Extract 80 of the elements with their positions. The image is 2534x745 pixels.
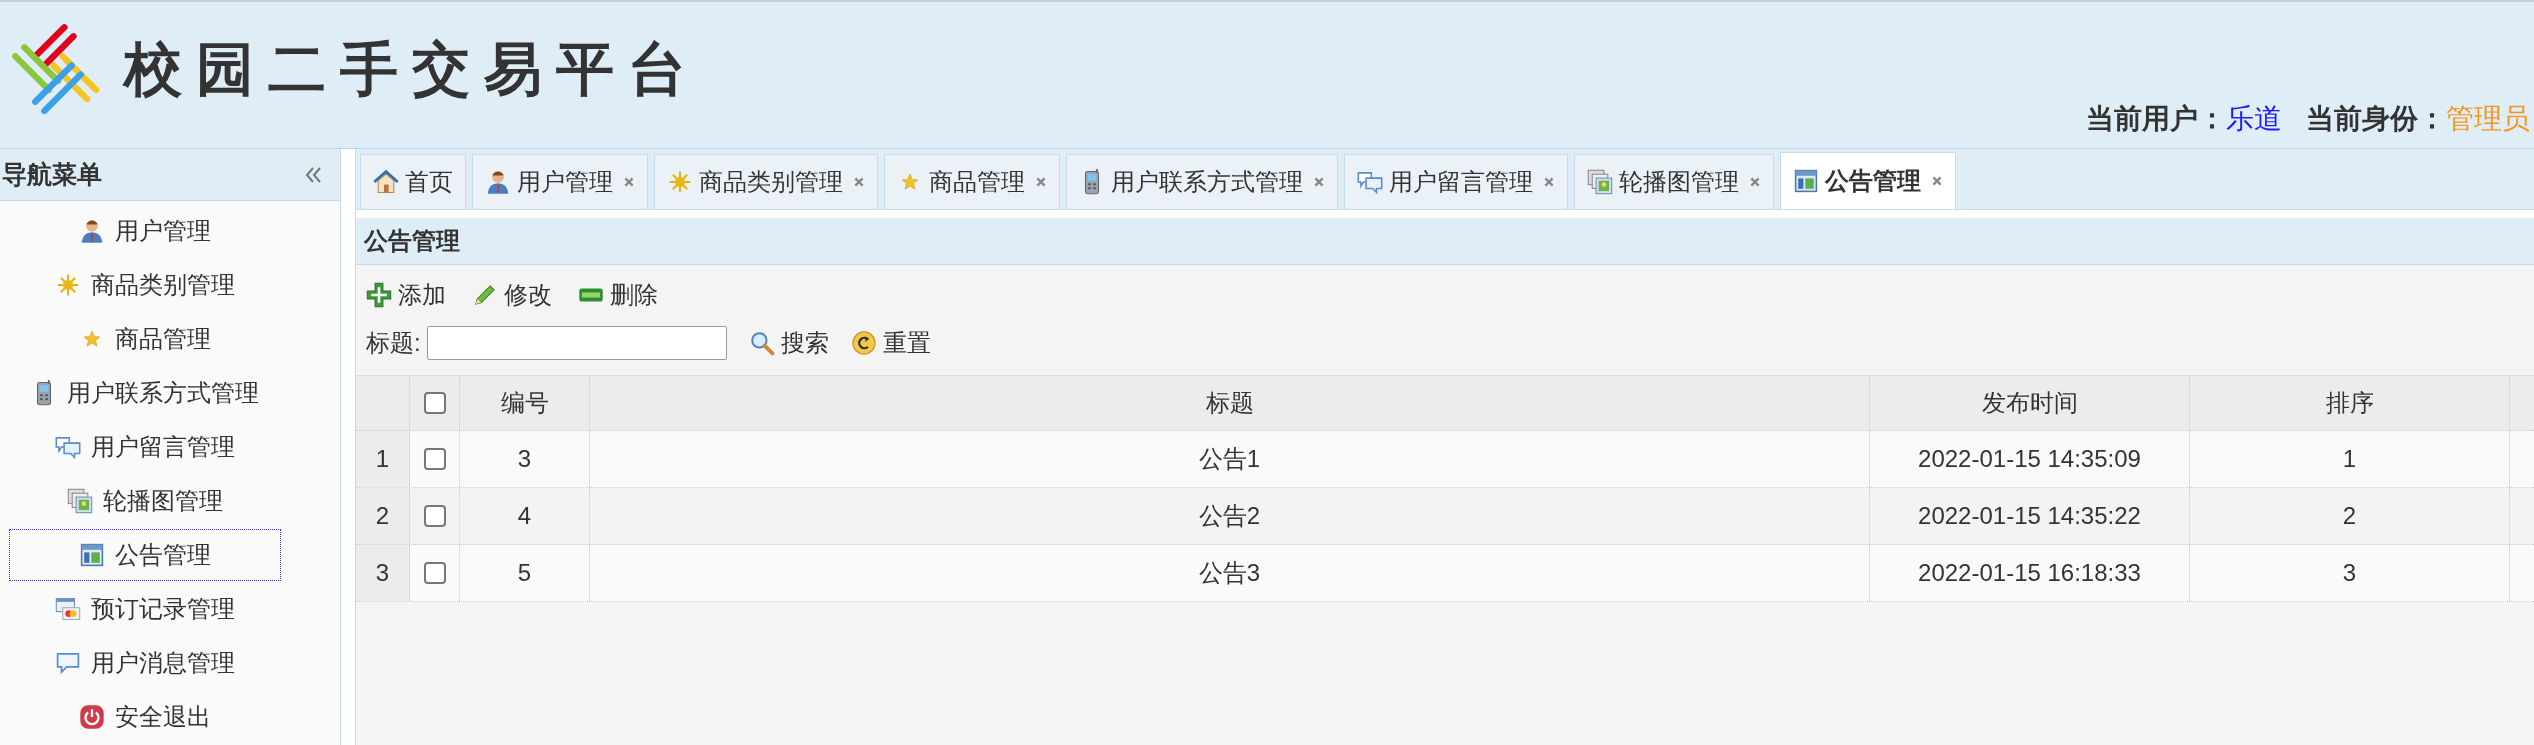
- select-all-checkbox[interactable]: [423, 392, 446, 414]
- row-checkbox[interactable]: [423, 562, 446, 584]
- sidebar-item[interactable]: 商品类别管理: [9, 259, 281, 311]
- sidebar-item[interactable]: 安全退出: [9, 691, 281, 743]
- table-cell: 5: [460, 545, 590, 601]
- close-icon[interactable]: [1749, 176, 1761, 188]
- table-cell: 1: [2190, 431, 2510, 487]
- sidebar-item[interactable]: 用户消息管理: [9, 637, 281, 689]
- sidebar-item[interactable]: 用户管理: [9, 205, 281, 257]
- site-title: 校园二手交易平台: [124, 34, 700, 105]
- tab[interactable]: 商品管理: [884, 154, 1060, 209]
- close-icon[interactable]: [1313, 176, 1325, 188]
- title-input-field[interactable]: [426, 326, 727, 360]
- user-icon: [79, 218, 105, 244]
- table-cell: 2022-01-15 14:35:22: [1870, 488, 2190, 544]
- table-cell: 3: [460, 431, 590, 487]
- tab[interactable]: 商品类别管理: [654, 154, 878, 209]
- close-icon[interactable]: [1931, 175, 1943, 187]
- table-cell: 公告1: [590, 431, 1870, 487]
- chat-bubble-icon: [55, 650, 81, 676]
- sidebar-item[interactable]: 公告管理: [9, 529, 281, 581]
- chat-bubbles-icon: [1357, 169, 1383, 195]
- sun-icon: [55, 272, 81, 298]
- role-name: 管理员: [2446, 102, 2530, 136]
- close-icon[interactable]: [1543, 176, 1555, 188]
- pictures-icon: [1587, 169, 1613, 195]
- toolbar-button[interactable]: 删除: [578, 279, 658, 311]
- pencil-icon: [472, 282, 498, 308]
- card-icon: [55, 596, 81, 622]
- table-cell: 公告2: [590, 488, 1870, 544]
- column-header: 排序: [2190, 376, 2510, 430]
- add-icon: [366, 282, 392, 308]
- user-label: 当前用户：: [2086, 102, 2226, 136]
- pictures-icon: [67, 488, 93, 514]
- home-icon: [373, 169, 399, 195]
- panel-icon: [79, 542, 105, 568]
- row-number: 2: [356, 488, 410, 544]
- sidebar-item[interactable]: 商品管理: [9, 313, 281, 365]
- panel-title: 公告管理: [364, 226, 460, 256]
- table-cell: 3: [2190, 545, 2510, 601]
- search-button[interactable]: 重置: [850, 327, 931, 359]
- sidebar-item[interactable]: 轮播图管理: [9, 475, 281, 527]
- tab[interactable]: 轮播图管理: [1574, 154, 1774, 209]
- tab[interactable]: 公告管理: [1780, 152, 1956, 209]
- tab[interactable]: 用户联系方式管理: [1066, 154, 1338, 209]
- chat-bubbles-icon: [55, 434, 81, 460]
- table-cell: 2: [2190, 488, 2510, 544]
- sidebar-item[interactable]: 用户留言管理: [9, 421, 281, 473]
- search-icon: [748, 330, 775, 356]
- close-icon[interactable]: [1035, 176, 1047, 188]
- row-number: 3: [356, 545, 410, 601]
- user-name: 乐道: [2226, 102, 2282, 136]
- row-checkbox[interactable]: [423, 448, 446, 470]
- table-cell: 公告3: [590, 545, 1870, 601]
- row-checkbox[interactable]: [423, 505, 446, 527]
- sidebar-item[interactable]: 预订记录管理: [9, 583, 281, 635]
- column-header: 发布时间: [1870, 376, 2190, 430]
- tab[interactable]: 用户留言管理: [1344, 154, 1568, 209]
- table-cell: 2022-01-15 16:18:33: [1870, 545, 2190, 601]
- tab[interactable]: 用户管理: [472, 154, 648, 209]
- user-icon: [485, 169, 511, 195]
- sidebar-title: 导航菜单: [2, 159, 102, 190]
- reset-icon: [850, 330, 877, 356]
- table-cell: 4: [460, 488, 590, 544]
- row-number: 1: [356, 431, 410, 487]
- panel-icon: [1793, 168, 1819, 194]
- role-label: 当前身份：: [2306, 102, 2446, 136]
- close-icon[interactable]: [623, 176, 635, 188]
- search-label: 标题:: [366, 328, 421, 358]
- sun-icon: [667, 169, 693, 195]
- sidebar-item[interactable]: 用户联系方式管理: [9, 367, 281, 419]
- power-icon: [79, 704, 105, 730]
- search-button[interactable]: 搜索: [748, 327, 829, 359]
- close-icon[interactable]: [853, 176, 865, 188]
- tab[interactable]: 首页: [360, 154, 466, 209]
- column-header: 标题: [590, 376, 1870, 430]
- column-header: 编号: [460, 376, 590, 430]
- toolbar-button[interactable]: 添加: [366, 279, 446, 311]
- toolbar-button[interactable]: 修改: [472, 279, 552, 311]
- table-cell: 2022-01-15 14:35:09: [1870, 431, 2190, 487]
